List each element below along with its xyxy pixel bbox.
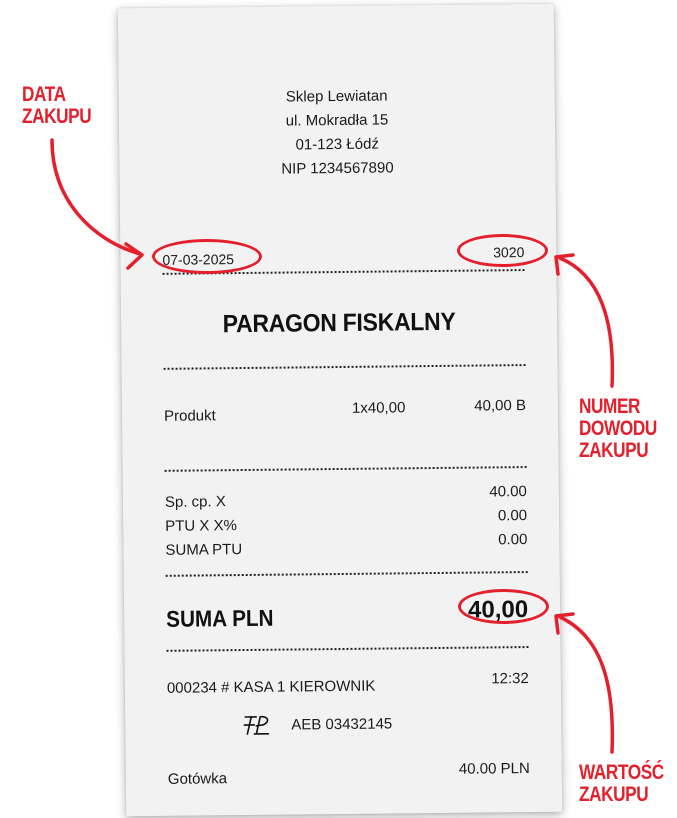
value-arrow-icon xyxy=(558,615,615,754)
date-arrow-icon xyxy=(50,138,142,256)
annotation-arrows xyxy=(50,138,615,754)
date-arrowhead-icon xyxy=(124,242,144,270)
number-arrow-icon xyxy=(558,256,615,388)
